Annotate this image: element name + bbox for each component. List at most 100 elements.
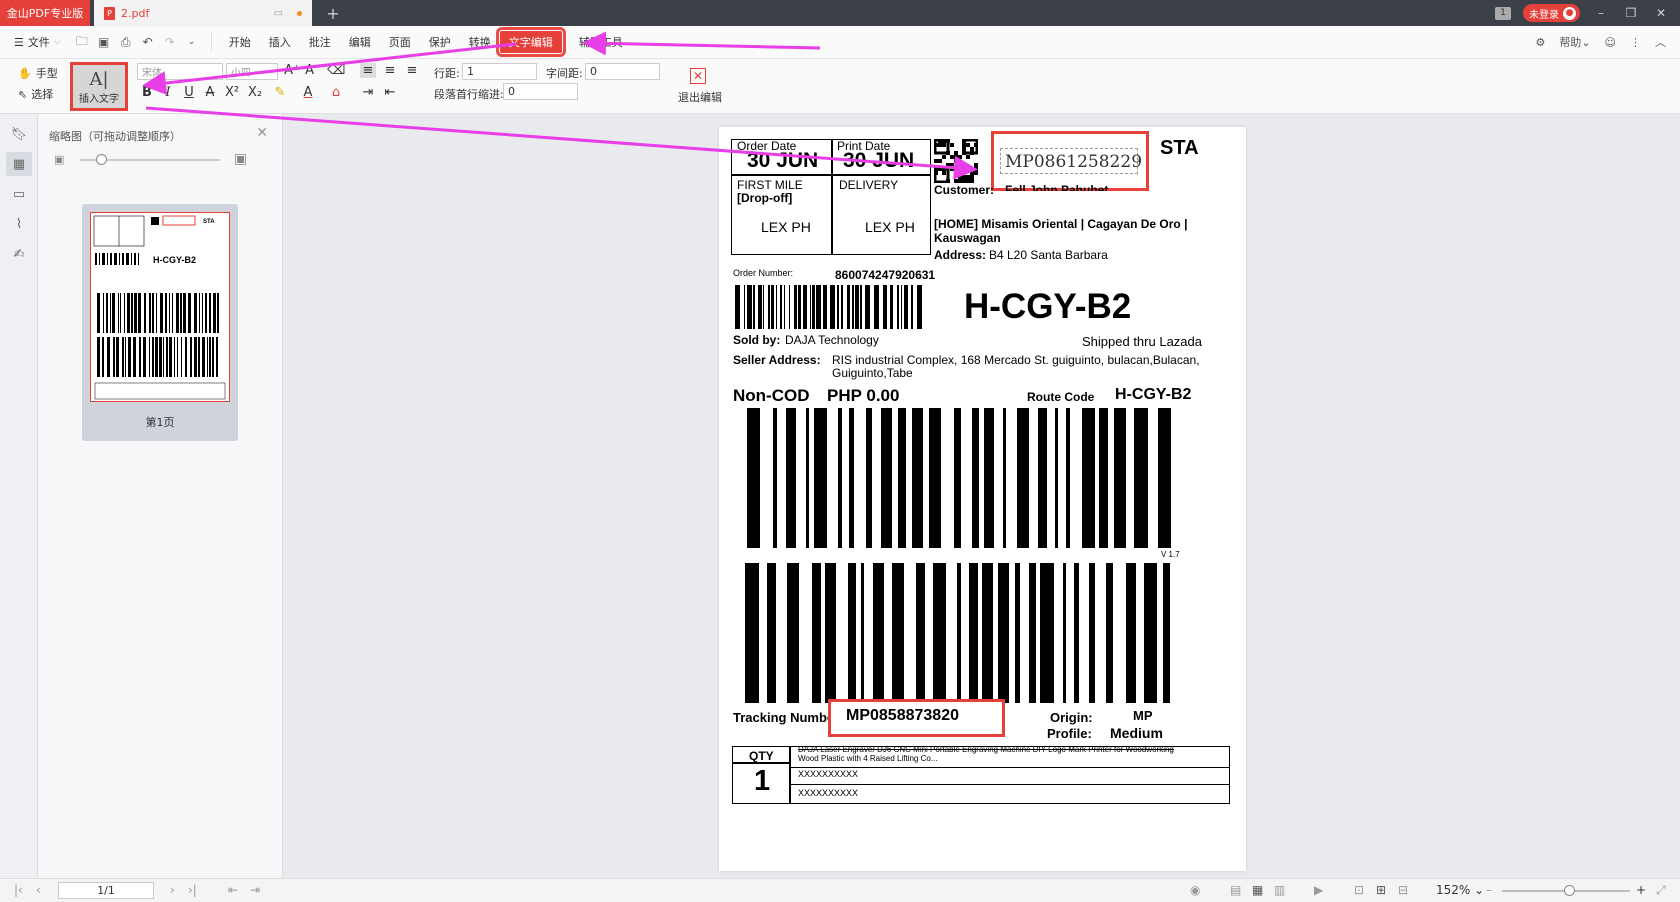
- menu-tools[interactable]: 辅助工具: [570, 31, 632, 53]
- font-color-icon[interactable]: A: [300, 85, 316, 100]
- subscript-icon[interactable]: X₂: [247, 85, 263, 100]
- zoom-in-icon[interactable]: +: [1636, 883, 1646, 897]
- two-page-icon[interactable]: ▥: [1274, 883, 1285, 897]
- app-tab[interactable]: 金山PDF专业版: [0, 0, 90, 26]
- page-thumbnail[interactable]: STA H-CGY-B2 第1页: [82, 204, 238, 441]
- zoom-slider-knob[interactable]: [1564, 885, 1575, 896]
- align-left-icon[interactable]: ≡: [360, 63, 376, 78]
- exit-edit-icon[interactable]: ✕: [690, 68, 706, 84]
- indent-decrease-icon[interactable]: ⇤: [382, 85, 398, 100]
- comment-icon[interactable]: ▭: [11, 186, 27, 202]
- text-edit-field[interactable]: MP0861258229: [1000, 148, 1142, 174]
- menu-protect[interactable]: 保护: [420, 31, 460, 53]
- select-tool[interactable]: ⇖ 选择: [18, 86, 53, 102]
- align-right-icon[interactable]: ≡: [404, 63, 420, 78]
- collapse-icon[interactable]: ︿: [1655, 34, 1666, 50]
- more-icon[interactable]: ⋮: [1630, 36, 1641, 49]
- login-button[interactable]: 未登录 ●: [1523, 4, 1580, 22]
- barcode-bar: [806, 408, 809, 548]
- close-panel-icon[interactable]: ✕: [256, 125, 268, 141]
- new-tab-button[interactable]: +: [322, 4, 344, 23]
- single-page-icon[interactable]: ▤: [1230, 883, 1241, 897]
- menu-insert[interactable]: 插入: [260, 31, 300, 53]
- line-spacing-input[interactable]: 1: [462, 63, 537, 80]
- save-icon[interactable]: ▣: [97, 35, 111, 49]
- pdf-file-icon: P: [104, 6, 115, 20]
- fit-page-icon[interactable]: ⊞: [1376, 883, 1386, 897]
- restore-icon[interactable]: ❐: [1622, 6, 1640, 20]
- menu-annotate[interactable]: 批注: [300, 31, 340, 53]
- menu-edit[interactable]: 编辑: [340, 31, 380, 53]
- back-icon[interactable]: ⇤: [228, 883, 238, 897]
- increase-font-icon[interactable]: A⁺: [284, 63, 300, 78]
- insert-text-button[interactable]: A| 插入文字: [70, 62, 128, 111]
- menu-page[interactable]: 页面: [380, 31, 420, 53]
- menu-text-edit[interactable]: 文字编辑: [495, 27, 566, 57]
- amount-value: PHP 0.00: [827, 386, 900, 405]
- tracking-number[interactable]: MP0858873820: [846, 707, 959, 725]
- highlight-icon[interactable]: ✎: [272, 85, 288, 100]
- char-spacing-input[interactable]: 0: [585, 63, 660, 80]
- thumbnail-size-slider[interactable]: [80, 154, 220, 165]
- continuous-page-icon[interactable]: ▦: [1252, 883, 1263, 897]
- indent-increase-icon[interactable]: ⇥: [360, 85, 376, 100]
- thumbnail-barcode-bar: [112, 293, 115, 333]
- window-icon[interactable]: ▭: [274, 8, 283, 19]
- close-icon[interactable]: ✕: [1652, 6, 1670, 20]
- bookmark-icon[interactable]: 🔖︎: [11, 126, 28, 142]
- italic-icon[interactable]: I: [160, 85, 176, 100]
- exit-edit-button[interactable]: 退出编辑: [678, 89, 722, 105]
- menu-start[interactable]: 开始: [220, 31, 260, 53]
- thumbnail-icon[interactable]: ▦: [6, 152, 32, 176]
- forward-icon[interactable]: ⇥: [250, 883, 260, 897]
- font-name-select[interactable]: 宋体: [137, 63, 223, 80]
- attachment-icon[interactable]: ⌇: [11, 216, 27, 232]
- slider-knob[interactable]: [96, 154, 107, 165]
- eye-protection-icon[interactable]: ◉: [1190, 883, 1200, 897]
- first-page-icon[interactable]: |‹: [14, 883, 23, 897]
- file-menu[interactable]: ☰ 文件 ⌵: [0, 34, 71, 50]
- settings-icon[interactable]: ⚙: [1535, 36, 1545, 49]
- underline-icon[interactable]: U: [181, 85, 197, 100]
- prev-page-icon[interactable]: ‹: [36, 883, 41, 897]
- document-tab[interactable]: P 2.pdf ▭: [94, 0, 312, 26]
- minimize-icon[interactable]: –: [1592, 6, 1610, 20]
- play-icon[interactable]: ▶: [1314, 883, 1323, 897]
- page-number-input[interactable]: 1/1: [58, 882, 154, 899]
- qty-value: 1: [754, 765, 771, 797]
- font-size-select[interactable]: 小四: [226, 63, 278, 80]
- open-folder-icon[interactable]: 🗀: [75, 34, 89, 49]
- small-image-icon[interactable]: ▣: [54, 153, 64, 166]
- feedback-icon[interactable]: ☺: [1605, 36, 1616, 49]
- last-page-icon[interactable]: ›|: [188, 883, 197, 897]
- undo-icon[interactable]: ↶: [141, 35, 155, 49]
- zoom-out-icon[interactable]: –: [1486, 883, 1492, 897]
- help-menu[interactable]: 帮助⌄: [1559, 34, 1590, 50]
- signature-icon[interactable]: ✍: [11, 246, 27, 262]
- next-page-icon[interactable]: ›: [170, 883, 175, 897]
- customize-icon[interactable]: ⌄: [185, 35, 199, 49]
- app-tab-label: 金山PDF专业版: [6, 7, 84, 20]
- redo-icon[interactable]: ↷: [163, 35, 177, 49]
- superscript-icon[interactable]: X²: [224, 85, 240, 100]
- eraser-icon[interactable]: ⌫: [327, 63, 345, 78]
- fit-width-icon[interactable]: ⊟: [1398, 883, 1408, 897]
- large-image-icon[interactable]: ▣: [234, 151, 247, 167]
- decrease-font-icon[interactable]: A⁻: [305, 63, 321, 78]
- zoom-slider[interactable]: [1502, 885, 1630, 896]
- menu-bar: ☰ 文件 ⌵ 🗀 ▣ ⎙ ↶ ↷ ⌄ 开始 插入 批注 编辑 页面 保护 转换 …: [0, 26, 1680, 59]
- print-icon[interactable]: ⎙: [119, 35, 133, 49]
- hand-tool[interactable]: ✋ 手型: [18, 65, 58, 81]
- indent-input[interactable]: 0: [503, 83, 578, 100]
- actual-size-icon[interactable]: ⊡: [1354, 883, 1364, 897]
- format-painter-icon[interactable]: ⌂: [328, 85, 344, 100]
- strikethrough-icon[interactable]: A: [202, 85, 218, 100]
- align-center-icon[interactable]: ≡: [382, 63, 398, 78]
- qr-code: [934, 139, 978, 183]
- fullscreen-icon[interactable]: ⤢: [1656, 883, 1666, 898]
- page-count-badge[interactable]: 1: [1495, 6, 1511, 20]
- bold-icon[interactable]: B: [139, 85, 155, 100]
- tracking-number-top[interactable]: MP0861258229: [1005, 152, 1142, 172]
- zoom-select[interactable]: 152% ⌄: [1436, 883, 1484, 897]
- menu-convert[interactable]: 转换: [460, 31, 500, 53]
